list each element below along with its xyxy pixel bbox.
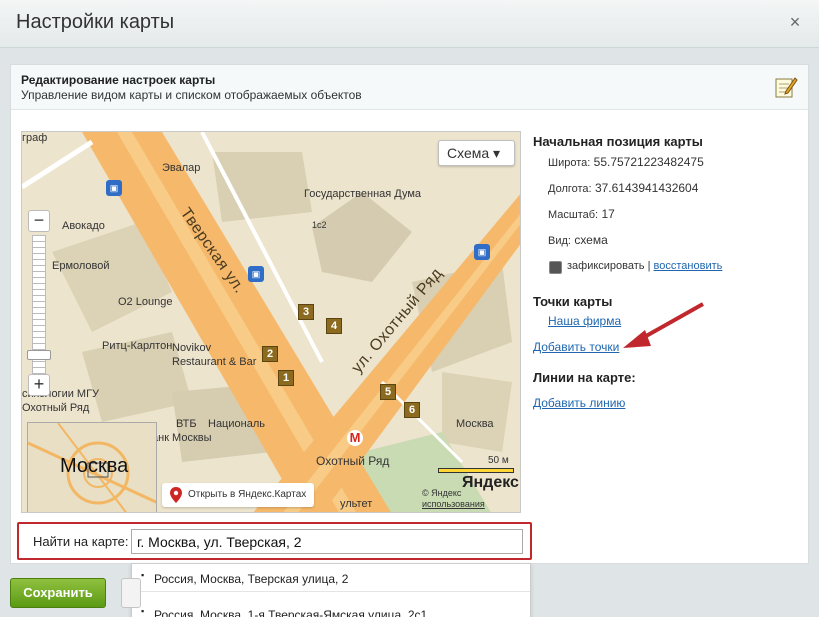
map-label: Restaurant & Bar — [172, 356, 257, 368]
map-point-5[interactable]: 5 — [380, 384, 396, 400]
bus-icon: ▣ — [106, 180, 122, 196]
latitude-label: Широта: — [548, 157, 591, 169]
fix-row: зафиксировать | восстановить — [567, 260, 722, 272]
cancel-button[interactable] — [121, 578, 141, 608]
zoom-label: Масштаб: — [548, 209, 599, 221]
fix-label: зафиксировать — [567, 260, 645, 272]
terms-link[interactable]: использования — [422, 499, 485, 509]
zoom-value: 17 — [601, 207, 615, 221]
map-point-6[interactable]: 6 — [404, 402, 420, 418]
point-item-link[interactable]: Наша фирма — [548, 314, 621, 328]
map-label: Охотный Ряд — [316, 454, 390, 468]
minimap-label: Москва — [60, 455, 129, 477]
dialog-title: Настройки карты — [16, 11, 175, 33]
add-line-row: Добавить линию — [533, 396, 625, 410]
bus-icon: ▣ — [248, 266, 264, 282]
map-type-button[interactable]: Схема ▾ — [438, 140, 515, 166]
zoom-out-button[interactable]: − — [28, 210, 50, 232]
map-label: Ермоловой — [52, 260, 110, 272]
metro-icon: М — [347, 430, 363, 446]
map-label: O2 Lounge — [118, 296, 173, 308]
map-label: Авокадо — [62, 220, 105, 232]
map-point-2[interactable]: 2 — [262, 346, 278, 362]
save-button[interactable]: Сохранить — [10, 578, 106, 608]
map-label: Москва — [456, 418, 494, 430]
close-icon[interactable]: × — [787, 13, 803, 31]
map-label: Novikov — [172, 342, 212, 354]
suggestion-item[interactable]: Россия, Москва, Тверская улица, 2 — [132, 564, 530, 592]
view-value: схема — [574, 233, 608, 247]
scale-label: 50 м — [488, 455, 509, 466]
dialog-header: Настройки карты × — [0, 0, 819, 48]
points-heading: Точки карты — [533, 294, 613, 309]
search-suggestions: Россия, Москва, Тверская улица, 2 Россия… — [131, 563, 531, 617]
zoom-slider[interactable] — [32, 235, 46, 383]
add-line-link[interactable]: Добавить линию — [533, 396, 625, 410]
zoom-in-button[interactable]: + — [28, 374, 50, 396]
lines-heading: Линии на карте: — [533, 370, 636, 385]
panel-title: Редактирование настроек карты — [21, 73, 216, 87]
map-label: Эвалар — [162, 162, 201, 174]
restore-link[interactable]: восстановить — [654, 260, 723, 272]
yandex-logo: Яндекс — [462, 474, 519, 491]
red-arrow-icon — [623, 302, 704, 348]
map-area[interactable]: Тверская ул. ул. Охотный Ряд граф Эвалар… — [21, 131, 521, 513]
start-position-heading: Начальная позиция карты — [533, 134, 703, 149]
open-yandex-link[interactable]: Открыть в Яндекс.Картах — [162, 483, 315, 507]
map-label: ВТБ — [176, 418, 197, 430]
map-pin-icon — [170, 487, 182, 503]
separator: | — [647, 260, 651, 272]
minimap[interactable]: Москва — [27, 422, 157, 512]
scale-bar — [438, 468, 514, 473]
latitude-row: Широта: 55.75721223482475 — [548, 155, 704, 169]
longitude-label: Долгота: — [548, 183, 592, 195]
latitude-value: 55.75721223482475 — [593, 155, 704, 169]
bus-icon: ▣ — [474, 244, 490, 260]
panel-subtitle: Управление видом карты и списком отображ… — [21, 88, 362, 102]
map-label: граф — [22, 132, 48, 144]
point-item: Наша фирма — [548, 314, 621, 328]
fix-checkbox[interactable] — [549, 261, 562, 274]
map-label: ультет — [340, 498, 373, 510]
map-point-4[interactable]: 4 — [326, 318, 342, 334]
panel-header: Редактирование настроек карты Управление… — [11, 65, 808, 110]
map-label: 1с2 — [312, 220, 327, 230]
map-label: Государственная Дума — [304, 188, 422, 200]
map-label: анк Москвы — [152, 432, 212, 444]
zoom-slider-handle[interactable] — [27, 350, 51, 360]
map-point-1[interactable]: 1 — [278, 370, 294, 386]
view-row: Вид: схема — [548, 233, 608, 247]
longitude-value: 37.6143941432604 — [594, 181, 699, 195]
copyright: © Яндекс — [422, 488, 462, 498]
suggestion-item[interactable]: Россия, Москва, 1-я Тверская-Ямская улиц… — [132, 600, 530, 617]
search-label: Найти на карте: — [33, 534, 129, 549]
zoom-row: Масштаб: 17 — [548, 207, 615, 221]
edit-notepad-icon — [775, 77, 798, 98]
map-label: Охотный Ряд — [22, 402, 90, 414]
map-label: Ритц-Карлтон — [102, 340, 173, 352]
map-label: Националь — [208, 418, 265, 430]
longitude-row: Долгота: 37.6143941432604 — [548, 181, 698, 195]
view-label: Вид: — [548, 235, 571, 247]
add-points-row: Добавить точки — [533, 340, 619, 354]
search-input[interactable] — [131, 529, 523, 554]
map-search-box: Найти на карте: — [17, 522, 532, 560]
add-points-link[interactable]: Добавить точки — [533, 340, 619, 354]
map-point-3[interactable]: 3 — [298, 304, 314, 320]
